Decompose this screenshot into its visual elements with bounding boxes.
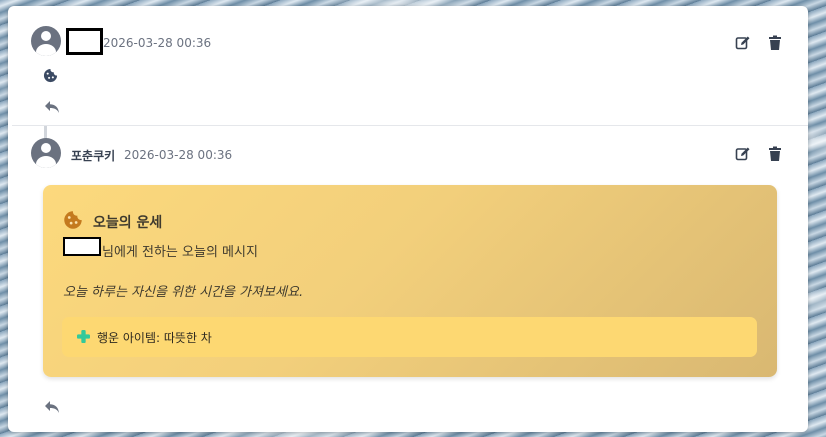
comment-timestamp: 2026-03-28 00:36 bbox=[124, 148, 233, 162]
lucky-item-text: 행운 아이템: 따뜻한 차 bbox=[97, 331, 212, 345]
trash-icon[interactable] bbox=[767, 35, 783, 51]
edit-icon[interactable] bbox=[735, 146, 751, 162]
redacted-username bbox=[63, 237, 101, 256]
clover-icon bbox=[77, 330, 90, 343]
comment-author[interactable]: 포춘쿠키 bbox=[71, 147, 115, 164]
fortune-subtitle: 님에게 전하는 오늘의 메시지 bbox=[102, 245, 258, 260]
fortune-title: 오늘의 운세 bbox=[93, 215, 163, 231]
reply-icon[interactable] bbox=[44, 400, 60, 414]
edit-icon[interactable] bbox=[735, 35, 751, 51]
lucky-item-box: 행운 아이템: 따뜻한 차 bbox=[62, 317, 757, 357]
user-avatar[interactable] bbox=[31, 138, 61, 168]
comment-timestamp: 2026-03-28 00:36 bbox=[103, 36, 212, 50]
fortune-card: 오늘의 운세 님에게 전하는 오늘의 메시지 오늘 하루는 자신을 위한 시간을… bbox=[43, 185, 777, 377]
cookie-icon bbox=[43, 68, 58, 83]
comment-divider bbox=[12, 125, 808, 126]
trash-icon[interactable] bbox=[767, 146, 783, 162]
cookie-icon bbox=[64, 211, 82, 229]
redacted-username bbox=[66, 28, 103, 55]
reply-icon[interactable] bbox=[44, 100, 60, 114]
fortune-message: 오늘 하루는 자신을 위한 시간을 가져보세요. bbox=[63, 285, 304, 300]
comment-thread-card: 2026-03-28 00:36 포춘쿠키 2026-03-28 00:36 오… bbox=[8, 6, 808, 432]
user-avatar[interactable] bbox=[31, 26, 61, 56]
